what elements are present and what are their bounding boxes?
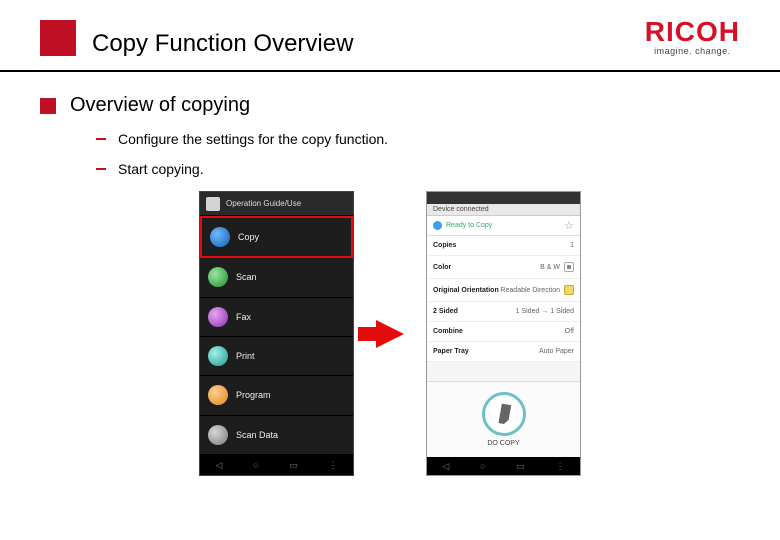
- copy-icon: [210, 227, 230, 247]
- bullet-item: Configure the settings for the copy func…: [96, 131, 740, 147]
- setting-value: 1: [570, 242, 574, 249]
- start-copy-button[interactable]: [482, 392, 526, 436]
- dash-icon: [96, 168, 106, 170]
- menu-label: Scan: [236, 272, 257, 282]
- screenshot-right: Device connected Ready to Copy ☆ Copies …: [426, 191, 581, 476]
- screen-title: Device connected: [427, 204, 580, 216]
- menu-list: Copy Scan Fax Print Program: [200, 216, 353, 455]
- content-area: Overview of copying Configure the settin…: [0, 72, 780, 476]
- setting-row-combine[interactable]: Combine Off: [427, 322, 580, 342]
- menu-item-scan-data[interactable]: Scan Data: [200, 416, 353, 455]
- menu-icon[interactable]: ⋮: [556, 461, 565, 472]
- app-icon: [206, 197, 220, 211]
- logo-text: RICOH: [645, 16, 740, 48]
- setting-label: 2 Sided: [433, 308, 458, 315]
- setting-value: 1 Sided → 1 Sided: [516, 308, 574, 315]
- bullet-text: Start copying.: [118, 161, 204, 177]
- menu-item-print[interactable]: Print: [200, 337, 353, 376]
- android-nav-bar: ◁ ○ ▭ ⋮: [427, 457, 580, 475]
- setting-row-paper-tray[interactable]: Paper Tray Auto Paper: [427, 342, 580, 362]
- dash-icon: [96, 138, 106, 140]
- bullet-item: Start copying.: [96, 161, 740, 177]
- favorite-star-icon[interactable]: ☆: [564, 219, 574, 232]
- start-copy-label: DO COPY: [487, 440, 519, 447]
- menu-label: Copy: [238, 232, 259, 242]
- title-square-icon: [40, 20, 76, 56]
- status-row: Ready to Copy ☆: [427, 216, 580, 236]
- logo-tagline: imagine. change.: [645, 46, 740, 56]
- menu-label: Scan Data: [236, 430, 278, 440]
- print-icon: [208, 346, 228, 366]
- setting-value: B & W: [540, 264, 560, 271]
- android-nav-bar: ◁ ○ ▭ ⋮: [200, 455, 353, 475]
- brand-logo: RICOH imagine. change.: [645, 16, 740, 56]
- slide-header: Copy Function Overview RICOH imagine. ch…: [0, 0, 780, 72]
- menu-item-program[interactable]: Program: [200, 376, 353, 415]
- arrow-right-icon: [376, 320, 404, 348]
- setting-label: Combine: [433, 328, 463, 335]
- menu-item-scan[interactable]: Scan: [200, 258, 353, 297]
- section-bullet-icon: [40, 98, 56, 114]
- bw-badge-icon: [564, 262, 574, 272]
- status-dot-icon: [433, 221, 442, 230]
- menu-label: Print: [236, 351, 255, 361]
- home-icon[interactable]: ○: [480, 461, 485, 471]
- start-area: DO COPY: [427, 381, 580, 457]
- recent-icon[interactable]: ▭: [289, 460, 298, 471]
- setting-label: Original Orientation: [433, 287, 499, 294]
- orientation-badge-icon: [564, 285, 574, 295]
- setting-row-orientation[interactable]: Original Orientation Readable Direction: [427, 279, 580, 302]
- android-status-bar: [427, 192, 580, 204]
- setting-value: Readable Direction: [500, 287, 560, 294]
- menu-item-fax[interactable]: Fax: [200, 298, 353, 337]
- menu-icon[interactable]: ⋮: [329, 460, 338, 471]
- setting-row-color[interactable]: Color B & W: [427, 256, 580, 279]
- section-title: Overview of copying: [70, 94, 250, 117]
- status-text: Ready to Copy: [446, 222, 492, 229]
- recent-icon[interactable]: ▭: [516, 461, 525, 472]
- setting-value: Off: [565, 328, 574, 335]
- bullet-list: Configure the settings for the copy func…: [96, 131, 740, 177]
- setting-row-copies[interactable]: Copies 1: [427, 236, 580, 256]
- back-icon[interactable]: ◁: [215, 460, 222, 471]
- scan-icon: [208, 267, 228, 287]
- setting-row-two-sided[interactable]: 2 Sided 1 Sided → 1 Sided: [427, 302, 580, 322]
- document-icon: [494, 403, 513, 425]
- bullet-text: Configure the settings for the copy func…: [118, 131, 388, 147]
- back-icon[interactable]: ◁: [442, 461, 449, 472]
- screenshot-left: Operation Guide/Use Copy Scan Fax Print: [199, 191, 354, 476]
- menu-item-copy[interactable]: Copy: [200, 216, 353, 258]
- setting-label: Paper Tray: [433, 348, 469, 355]
- setting-label: Copies: [433, 242, 456, 249]
- folder-icon: [208, 425, 228, 445]
- home-icon[interactable]: ○: [253, 460, 258, 470]
- menu-label: Fax: [236, 312, 251, 322]
- menu-label: Program: [236, 390, 271, 400]
- app-name: Operation Guide/Use: [226, 199, 301, 208]
- setting-label: Color: [433, 264, 451, 271]
- star-icon: [208, 385, 228, 405]
- app-header: Operation Guide/Use: [200, 192, 353, 216]
- page-title: Copy Function Overview: [92, 30, 353, 58]
- empty-space: [427, 362, 580, 381]
- fax-icon: [208, 307, 228, 327]
- setting-value: Auto Paper: [539, 348, 574, 355]
